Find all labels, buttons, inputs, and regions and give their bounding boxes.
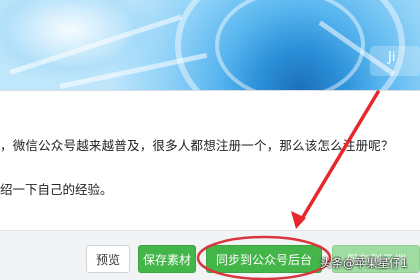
article-editor-body[interactable]: ，微信公众号越来越普及，很多人都想注册一个，那么该怎么注册呢？ 绍一下自己的经验… — [0, 90, 420, 230]
sync-to-backend-button[interactable]: 同步到公众号后台 — [206, 245, 322, 273]
cover-image-banner: Ji — [0, 0, 420, 90]
banner-corner-text: Ji — [388, 50, 396, 65]
banner-ring-decoration — [215, 0, 365, 90]
save-material-button[interactable]: 保存素材 — [138, 245, 196, 273]
article-text-line[interactable]: 绍一下自己的经验。 — [0, 179, 113, 198]
watermark-text: 头条@苹果星仔1 — [320, 256, 408, 270]
article-text-line[interactable]: ，微信公众号越来越普及，很多人都想注册一个，那么该怎么注册呢？ — [0, 135, 420, 154]
preview-button[interactable]: 预览 — [86, 245, 130, 273]
